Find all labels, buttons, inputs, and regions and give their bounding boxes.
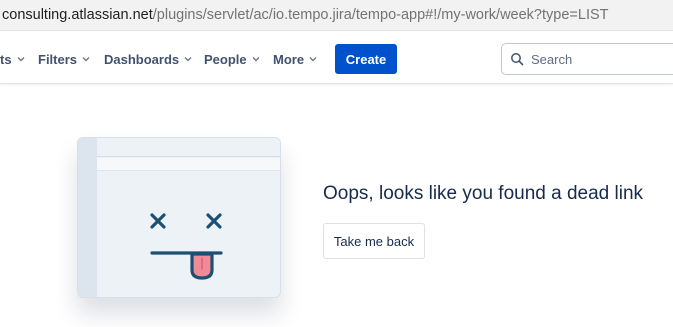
nav-item-label: More bbox=[273, 51, 305, 67]
create-button[interactable]: Create bbox=[335, 44, 397, 74]
url-host: consulting.atlassian.net bbox=[2, 7, 153, 23]
top-navigation: ts Filters Dashboards People More Create… bbox=[0, 32, 673, 84]
nav-item-more[interactable]: More bbox=[273, 49, 317, 69]
nav-item-label: ts bbox=[0, 51, 12, 67]
chevron-down-icon bbox=[17, 56, 25, 61]
nav-item-label: Dashboards bbox=[104, 51, 180, 67]
nav-item-people[interactable]: People bbox=[204, 49, 260, 69]
dead-face-icon bbox=[150, 213, 223, 280]
chevron-down-icon bbox=[82, 56, 90, 61]
error-message: Oops, looks like you found a dead link bbox=[323, 183, 644, 204]
chevron-down-icon bbox=[252, 56, 260, 61]
nav-item-dashboards[interactable]: Dashboards bbox=[104, 49, 192, 69]
search-placeholder: Search bbox=[531, 51, 573, 67]
address-bar[interactable]: consulting.atlassian.net/plugins/servlet… bbox=[0, 0, 673, 31]
search-input[interactable]: Search bbox=[501, 43, 673, 75]
take-me-back-button[interactable]: Take me back bbox=[323, 223, 425, 259]
search-icon bbox=[511, 53, 524, 66]
url-path: /plugins/servlet/ac/io.tempo.jira/tempo-… bbox=[152, 7, 609, 23]
nav-item-projects[interactable]: ts bbox=[0, 49, 25, 69]
nav-item-label: Filters bbox=[38, 51, 78, 67]
nav-item-label: People bbox=[204, 51, 247, 67]
chevron-down-icon bbox=[184, 56, 192, 61]
dead-link-illustration bbox=[77, 137, 281, 298]
nav-item-filters[interactable]: Filters bbox=[38, 49, 90, 69]
chevron-down-icon bbox=[309, 56, 317, 61]
